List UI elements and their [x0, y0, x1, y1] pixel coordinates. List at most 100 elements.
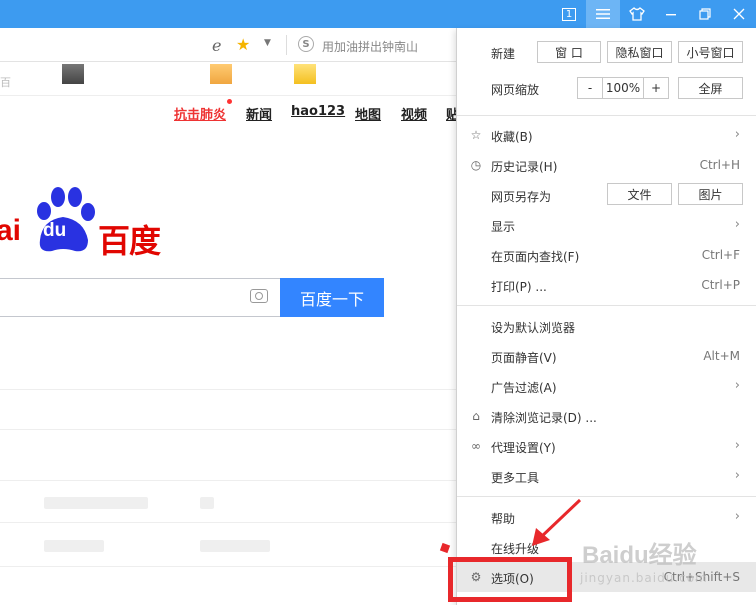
- menu-item-label: 清除浏览记录(D) ...: [491, 411, 597, 425]
- link-icon: ∞: [471, 439, 481, 453]
- zoom-label: 网页缩放: [491, 83, 540, 97]
- menu-item-history[interactable]: ◷ 历史记录(H) Ctrl+H: [457, 150, 756, 180]
- menu-item-mute[interactable]: 页面静音(V) Alt+M: [457, 341, 756, 371]
- menu-separator: [457, 496, 756, 497]
- ie-compat-icon[interactable]: e: [212, 36, 221, 55]
- watermark-url: jingyan.baidu.com: [580, 571, 708, 585]
- list-item: [200, 540, 270, 552]
- menu-icon: [596, 9, 610, 19]
- save-image-button[interactable]: 图片: [678, 183, 743, 205]
- minimize-icon: [666, 14, 676, 16]
- menu-item-clear-history[interactable]: ⌂ 清除浏览记录(D) ...: [457, 401, 756, 431]
- window-count-icon: 1: [561, 7, 577, 21]
- shortcut-label: Ctrl+H: [699, 158, 740, 172]
- logo-text-right: 百度: [98, 222, 161, 260]
- menu-item-label: 网页另存为: [491, 190, 552, 204]
- chevron-right-icon: ›: [734, 438, 740, 453]
- title-bar: 1: [0, 0, 756, 28]
- search-button[interactable]: 百度一下: [280, 278, 384, 317]
- shortcut-label: Ctrl+P: [701, 278, 740, 292]
- restore-icon: [699, 8, 711, 20]
- restore-button[interactable]: [688, 0, 722, 28]
- fullscreen-button[interactable]: 全屏: [678, 77, 743, 99]
- skin-button[interactable]: [620, 0, 654, 28]
- menu-item-help[interactable]: 帮助 ›: [457, 502, 756, 532]
- nav-link-hao123[interactable]: hao123: [291, 104, 345, 119]
- divider: [0, 522, 456, 523]
- minimize-button[interactable]: [654, 0, 688, 28]
- menu-separator: [457, 305, 756, 306]
- nav-link-news[interactable]: 新闻: [246, 104, 272, 123]
- notification-dot: [227, 99, 232, 104]
- menu-button[interactable]: [586, 0, 620, 28]
- nav-link-fight-pneumonia[interactable]: 抗击肺炎: [174, 104, 226, 123]
- bookmark-fragment[interactable]: 百: [0, 74, 11, 90]
- watermark: Baidu经验: [582, 542, 697, 569]
- favorite-star-icon[interactable]: ★: [236, 35, 250, 54]
- chevron-right-icon: ›: [734, 217, 740, 232]
- chevron-right-icon: ›: [734, 127, 740, 142]
- nav-link-map[interactable]: 地图: [355, 104, 381, 123]
- new-window-button[interactable]: 窗 口: [537, 41, 601, 63]
- menu-item-favorites[interactable]: ☆ 收藏(B) ›: [457, 120, 756, 150]
- list-item: [200, 497, 214, 509]
- search-engine-icon[interactable]: S: [298, 36, 314, 52]
- camera-icon[interactable]: [250, 289, 268, 303]
- menu-item-set-default[interactable]: 设为默认浏览器: [457, 311, 756, 341]
- broom-icon: ⌂: [472, 409, 480, 423]
- save-file-button[interactable]: 文件: [607, 183, 672, 205]
- bookmarks-bar: 百: [0, 62, 456, 96]
- search-hint[interactable]: 用加油拼出钟南山: [322, 38, 418, 55]
- divider: [0, 389, 456, 390]
- list-item: [44, 497, 148, 509]
- annotation-highlight-box: [448, 557, 572, 602]
- divider: [0, 480, 456, 481]
- close-icon: [733, 8, 745, 20]
- close-button[interactable]: [722, 0, 756, 28]
- menu-item-label: 在页面内查找(F): [491, 250, 580, 264]
- new-label: 新建: [491, 47, 516, 61]
- menu-item-display[interactable]: 显示 ›: [457, 210, 756, 240]
- list-item: [44, 540, 104, 552]
- menu-item-find[interactable]: 在页面内查找(F) Ctrl+F: [457, 240, 756, 270]
- menu-item-label: 显示: [491, 220, 516, 234]
- menu-item-label: 历史记录(H): [491, 160, 558, 174]
- search-input[interactable]: [0, 278, 281, 317]
- address-bar: e ★ ▼ S 用加油拼出钟南山: [0, 28, 456, 62]
- menu-item-label: 帮助: [491, 512, 516, 526]
- chevron-down-icon[interactable]: ▼: [264, 38, 271, 48]
- baidu-nav: 抗击肺炎 新闻 hao123 地图 视频 贴: [0, 104, 459, 123]
- divider: [0, 566, 456, 567]
- annotation-mark: [439, 542, 451, 554]
- annotation-arrow: [532, 498, 582, 546]
- logo-du: du: [43, 220, 67, 241]
- zoom-out-button[interactable]: -: [577, 77, 603, 99]
- menu-item-label: 收藏(B): [491, 130, 533, 144]
- menu-item-label: 打印(P) ...: [491, 280, 547, 294]
- bookmark-item[interactable]: [62, 64, 84, 84]
- menu-item-more-tools[interactable]: 更多工具 ›: [457, 461, 756, 491]
- chevron-right-icon: ›: [734, 378, 740, 393]
- new-private-window-button[interactable]: 隐私窗口: [607, 41, 672, 63]
- browser-main-menu: 新建 窗 口 隐私窗口 小号窗口 网页缩放 - 100% + 全屏 ☆ 收藏(B…: [456, 28, 756, 605]
- menu-item-label: 代理设置(Y): [491, 441, 556, 455]
- bookmark-item[interactable]: [210, 64, 232, 84]
- menu-item-label: 页面静音(V): [491, 351, 557, 365]
- new-alt-window-button[interactable]: 小号窗口: [678, 41, 743, 63]
- logo-text-left: ai: [0, 214, 22, 247]
- divider: [0, 429, 456, 430]
- chevron-right-icon: ›: [734, 509, 740, 524]
- nav-link-video[interactable]: 视频: [401, 104, 427, 123]
- window-count-button[interactable]: 1: [552, 0, 586, 28]
- chevron-right-icon: ›: [734, 468, 740, 483]
- zoom-in-button[interactable]: +: [643, 77, 669, 99]
- menu-item-print[interactable]: 打印(P) ... Ctrl+P: [457, 270, 756, 300]
- menu-item-label: 广告过滤(A): [491, 381, 557, 395]
- divider: [286, 35, 287, 55]
- shortcut-label: Alt+M: [703, 349, 740, 363]
- menu-item-label: 设为默认浏览器: [491, 321, 576, 335]
- zoom-level: 100%: [602, 77, 644, 99]
- menu-item-proxy[interactable]: ∞ 代理设置(Y) ›: [457, 431, 756, 461]
- bookmark-item[interactable]: [294, 64, 316, 84]
- menu-item-adblock[interactable]: 广告过滤(A) ›: [457, 371, 756, 401]
